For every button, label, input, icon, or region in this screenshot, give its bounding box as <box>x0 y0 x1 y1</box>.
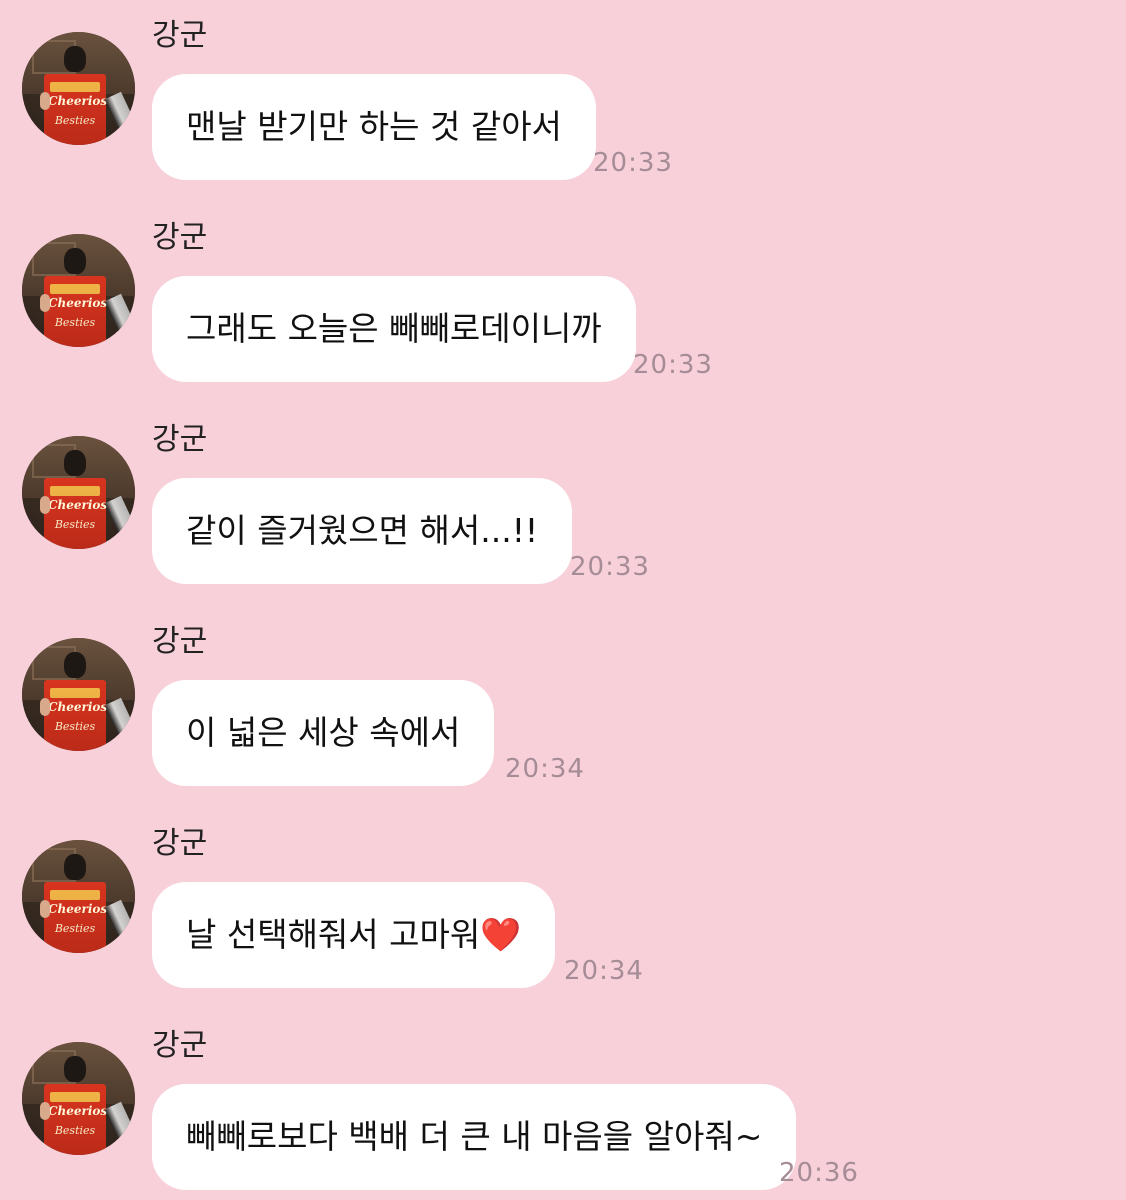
avatar-box-flavor: Besties <box>54 114 96 127</box>
avatar-cereal-box: Cheerios Besties <box>44 74 108 145</box>
avatar-hand <box>40 698 50 716</box>
avatar-box-flavor: Besties <box>54 1124 96 1137</box>
message-bubble[interactable]: 빼빼로보다 백배 더 큰 내 마음을 알아줘~ <box>152 1084 797 1190</box>
avatar-hand <box>40 496 50 514</box>
message-row: Cheerios Besties 강군 이 넓은 세상 속에서 20:34 <box>0 606 1126 796</box>
avatar-box-stripe <box>50 1092 100 1102</box>
avatar-person-head <box>64 1056 86 1082</box>
avatar-box-brand: Cheerios <box>48 498 108 512</box>
avatar-hand <box>40 294 50 312</box>
message-bubble[interactable]: 날 선택해줘서 고마워❤️ <box>152 882 556 988</box>
avatar-cereal-box: Cheerios Besties <box>44 680 108 751</box>
sender-avatar[interactable]: Cheerios Besties <box>22 840 135 953</box>
sender-avatar[interactable]: Cheerios Besties <box>22 436 135 549</box>
avatar-cereal-box: Cheerios Besties <box>44 478 108 549</box>
avatar-box-brand: Cheerios <box>48 902 108 916</box>
avatar-hand <box>40 900 50 918</box>
sender-avatar[interactable]: Cheerios Besties <box>22 638 135 751</box>
message-timestamp: 20:33 <box>570 552 650 582</box>
avatar-light <box>104 293 135 333</box>
avatar-hand <box>40 1102 50 1120</box>
avatar-cereal-box: Cheerios Besties <box>44 882 108 953</box>
message-row: Cheerios Besties 강군 같이 즐거웠으면 해서...!! 20:… <box>0 404 1126 594</box>
avatar-box-flavor: Besties <box>54 720 96 733</box>
message-row: Cheerios Besties 강군 날 선택해줘서 고마워❤️ 20:34 <box>0 808 1126 998</box>
avatar-light <box>104 899 135 939</box>
avatar-box-stripe <box>50 890 100 900</box>
message-bubble[interactable]: 이 넓은 세상 속에서 <box>152 680 495 786</box>
avatar-box-stripe <box>50 284 100 294</box>
avatar-box-stripe <box>50 486 100 496</box>
sender-name: 강군 <box>152 1028 208 1063</box>
avatar-light <box>104 697 135 737</box>
avatar-box-brand: Cheerios <box>48 700 108 714</box>
sender-avatar[interactable]: Cheerios Besties <box>22 32 135 145</box>
avatar-box-stripe <box>50 688 100 698</box>
avatar-light <box>104 1101 135 1141</box>
avatar-box-brand: Cheerios <box>48 94 108 108</box>
avatar-light <box>104 495 135 535</box>
message-bubble[interactable]: 같이 즐거웠으면 해서...!! <box>152 478 573 584</box>
avatar-box-brand: Cheerios <box>48 296 108 310</box>
message-timestamp: 20:33 <box>633 350 713 380</box>
chat-thread: Cheerios Besties 강군 맨날 받기만 하는 것 같아서 20:3… <box>0 0 1126 1200</box>
avatar-box-stripe <box>50 82 100 92</box>
sender-avatar[interactable]: Cheerios Besties <box>22 1042 135 1155</box>
avatar-person-head <box>64 854 86 880</box>
avatar-box-flavor: Besties <box>54 922 96 935</box>
sender-name: 강군 <box>152 422 208 457</box>
avatar-person-head <box>64 248 86 274</box>
avatar-person-head <box>64 46 86 72</box>
avatar-cereal-box: Cheerios Besties <box>44 276 108 347</box>
avatar-person-head <box>64 450 86 476</box>
sender-name: 강군 <box>152 18 208 53</box>
message-timestamp: 20:33 <box>593 148 673 178</box>
sender-name: 강군 <box>152 826 208 861</box>
message-bubble[interactable]: 그래도 오늘은 빼빼로데이니까 <box>152 276 636 382</box>
avatar-box-flavor: Besties <box>54 316 96 329</box>
avatar-cereal-box: Cheerios Besties <box>44 1084 108 1155</box>
sender-name: 강군 <box>152 220 208 255</box>
message-row: Cheerios Besties 강군 그래도 오늘은 빼빼로데이니까 20:3… <box>0 202 1126 392</box>
message-timestamp: 20:34 <box>564 956 644 986</box>
message-bubble[interactable]: 맨날 받기만 하는 것 같아서 <box>152 74 596 180</box>
message-row: Cheerios Besties 강군 빼빼로보다 백배 더 큰 내 마음을 알… <box>0 1010 1126 1200</box>
message-timestamp: 20:36 <box>779 1158 859 1188</box>
sender-name: 강군 <box>152 624 208 659</box>
message-timestamp: 20:34 <box>505 754 585 784</box>
message-row: Cheerios Besties 강군 맨날 받기만 하는 것 같아서 20:3… <box>0 0 1126 190</box>
avatar-person-head <box>64 652 86 678</box>
avatar-box-flavor: Besties <box>54 518 96 531</box>
avatar-box-brand: Cheerios <box>48 1104 108 1118</box>
sender-avatar[interactable]: Cheerios Besties <box>22 234 135 347</box>
avatar-hand <box>40 92 50 110</box>
avatar-light <box>104 91 135 131</box>
